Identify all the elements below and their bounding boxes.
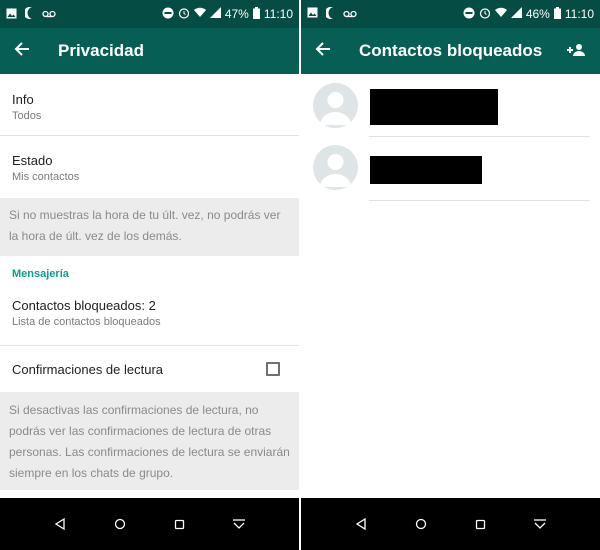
clock-time: 11:10 (564, 7, 594, 21)
redacted-contact-name (370, 89, 498, 125)
row-divider (369, 200, 590, 201)
do-not-disturb-icon (162, 7, 174, 22)
clock-time: 11:10 (263, 7, 293, 21)
read-receipts-note: Si desactivas las confirmaciones de lect… (0, 392, 299, 490)
blocked-contacts-list (301, 74, 600, 498)
privacy-settings-list: Info Todos Estado Mis contactos Si no mu… (0, 74, 299, 498)
battery-percent: 46% (525, 7, 550, 21)
battery-icon (252, 6, 260, 22)
nav-recents-icon[interactable] (465, 509, 495, 539)
status-title: Estado (12, 153, 53, 168)
nav-home-icon[interactable] (105, 509, 135, 539)
battery-percent: 47% (224, 7, 249, 21)
navigation-bar (301, 498, 600, 550)
blocked-contacts-title: Contactos bloqueados: 2 (12, 298, 156, 313)
nav-home-icon[interactable] (406, 509, 436, 539)
default-avatar-icon (313, 83, 358, 128)
nav-recents-icon[interactable] (164, 509, 194, 539)
redacted-contact-name (370, 156, 482, 184)
blocked-contact-row[interactable] (301, 74, 600, 137)
app-bar: Privacidad (0, 28, 299, 74)
nav-menu-icon[interactable] (525, 509, 555, 539)
app-bar: Contactos bloqueados (301, 28, 600, 74)
blocked-contacts-screen: 46% 11:10 Contactos bloqueados (301, 0, 600, 550)
read-receipts-label: Confirmaciones de lectura (12, 361, 164, 377)
battery-icon (553, 6, 561, 22)
privacy-screen: 47% 11:10 Privacidad Info Todos Estado M… (0, 0, 299, 550)
back-arrow-icon[interactable] (315, 40, 345, 63)
blocked-contacts-row[interactable]: Contactos bloqueados: 2 Lista de contact… (0, 280, 299, 346)
status-value: Mis contactos (12, 171, 80, 183)
read-receipts-checkbox[interactable] (266, 362, 280, 376)
moon-icon (324, 6, 335, 22)
blocked-contact-row[interactable] (301, 137, 600, 201)
gallery-icon (307, 7, 318, 21)
navigation-bar (0, 498, 299, 550)
nav-back-icon[interactable] (45, 509, 75, 539)
status-setting-row[interactable]: Estado Mis contactos (0, 136, 299, 198)
voicemail-icon (343, 7, 357, 21)
back-arrow-icon[interactable] (14, 40, 44, 63)
default-avatar-icon (313, 145, 358, 190)
do-not-disturb-icon (463, 7, 475, 22)
alarm-icon (479, 7, 491, 22)
signal-icon (209, 7, 221, 21)
voicemail-icon (42, 8, 56, 20)
blocked-contacts-subtitle: Lista de contactos bloqueados (12, 316, 161, 328)
status-bar: 46% 11:10 (301, 0, 600, 28)
info-setting-row[interactable]: Info Todos (0, 74, 299, 136)
last-seen-note: Si no muestras la hora de tu últ. vez, n… (0, 198, 299, 256)
nav-menu-icon[interactable] (224, 509, 254, 539)
moon-icon (23, 6, 34, 21)
gallery-icon (6, 8, 17, 21)
page-title: Privacidad (58, 41, 144, 60)
wifi-icon (494, 7, 507, 21)
info-title: Info (12, 92, 34, 107)
alarm-icon (178, 7, 190, 22)
add-contact-icon[interactable] (566, 43, 586, 60)
info-value: Todos (12, 110, 42, 122)
signal-icon (510, 7, 522, 21)
page-title: Contactos bloqueados (359, 41, 543, 60)
status-bar: 47% 11:10 (0, 0, 299, 28)
wifi-icon (193, 7, 206, 21)
read-receipts-row[interactable]: Confirmaciones de lectura (0, 346, 299, 392)
nav-back-icon[interactable] (346, 509, 376, 539)
section-header-mensajeria: Mensajería (12, 268, 69, 280)
